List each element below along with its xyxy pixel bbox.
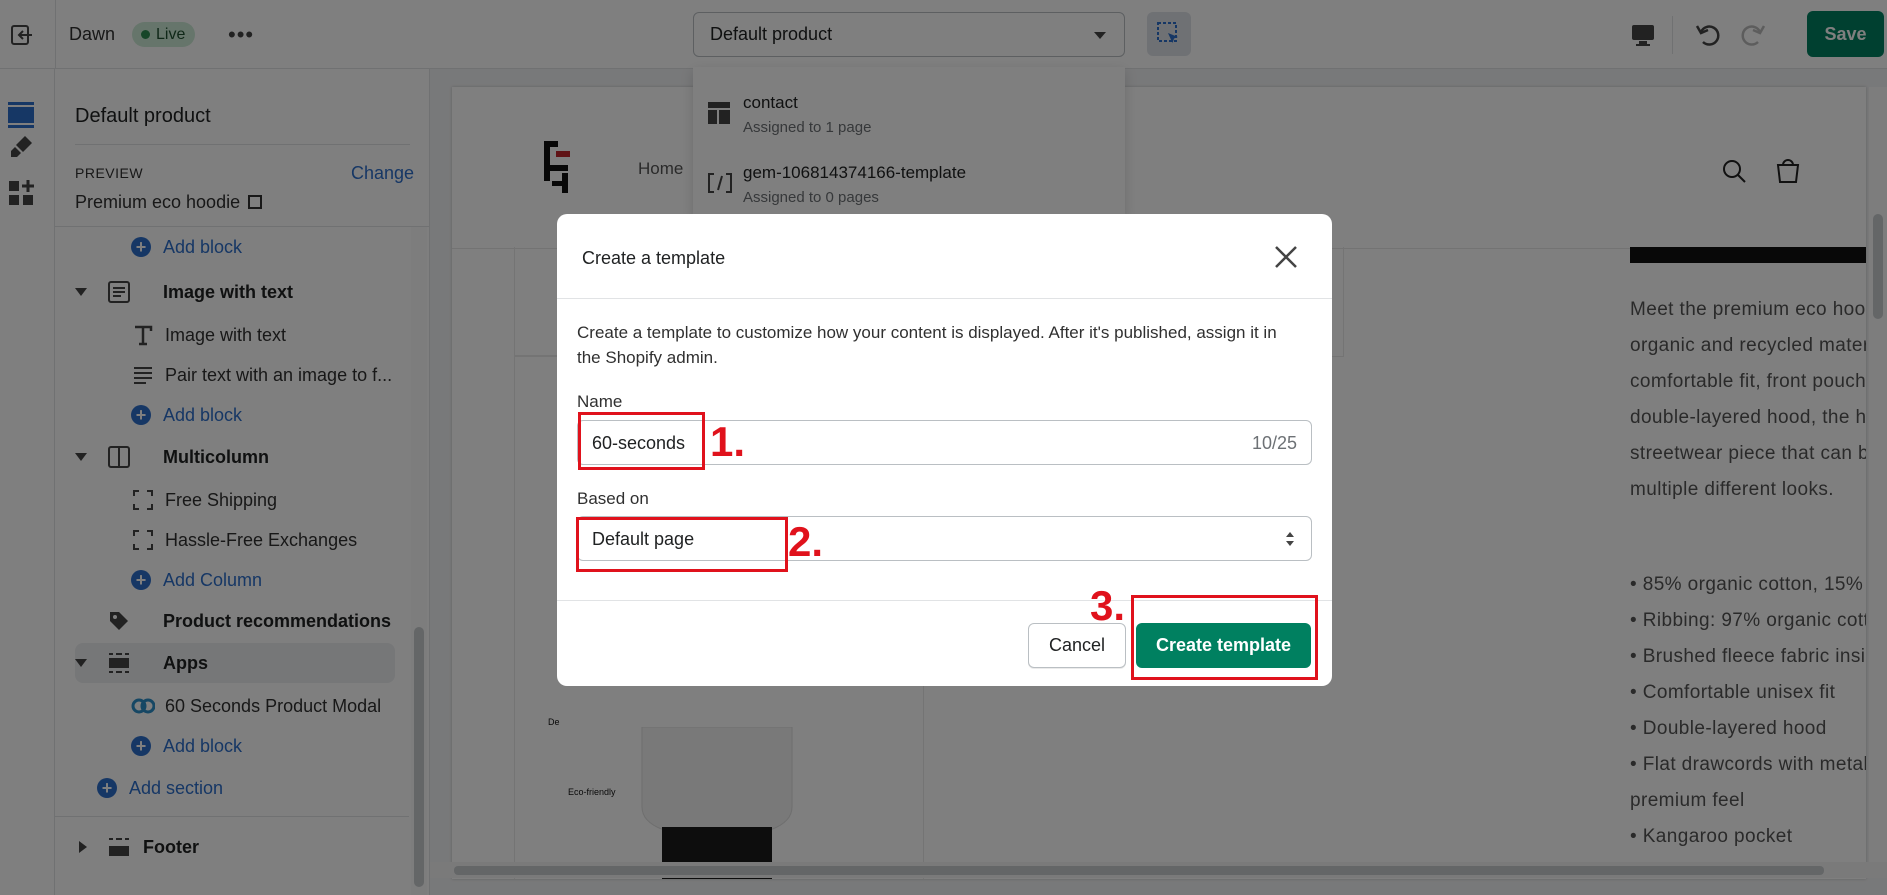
name-label: Name [577, 392, 623, 411]
based-on-label: Based on [577, 489, 649, 508]
modal-title: Create a template [582, 248, 726, 268]
modal-description: Create a template to customize how your … [577, 323, 1277, 367]
highlight-based-on [576, 517, 788, 572]
close-icon[interactable] [1271, 242, 1301, 272]
annotation-step-1: 1. [710, 418, 746, 465]
modal-header: Create a template [557, 214, 1332, 299]
highlight-create-button [1131, 595, 1318, 680]
annotation-step-3: 3. [1090, 582, 1126, 629]
character-count: 10/25 [1251, 433, 1297, 453]
highlight-name-field [578, 412, 705, 470]
select-arrows-icon [1286, 532, 1294, 546]
annotation-step-2: 2. [788, 518, 824, 565]
